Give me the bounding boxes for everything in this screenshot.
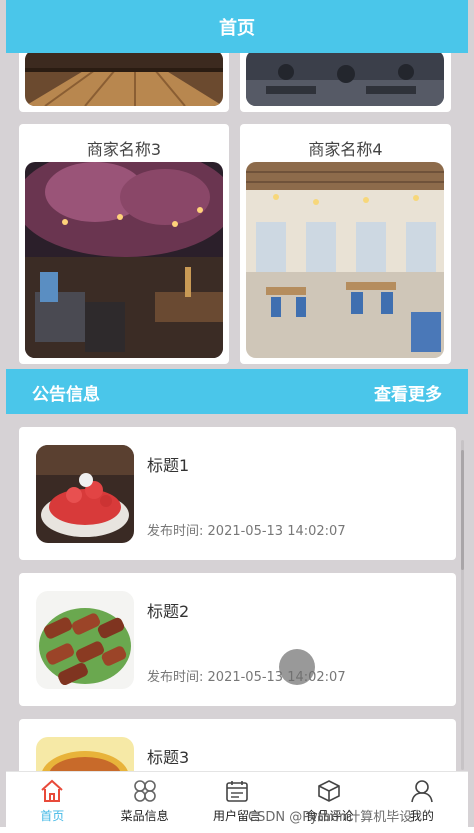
time-label: 发布时间: [147,670,204,685]
notice-time: 发布时间: 2021-05-13 14:02:07 [147,666,346,685]
merchant-card[interactable]: 商家名称3 [19,124,229,364]
view-more-link[interactable]: 查看更多 [374,380,442,405]
grid-icon [132,778,158,804]
watermark-text: CSDN @Python计算机毕设 [248,810,413,825]
merchant-name: 商家名称4 [308,140,383,159]
time-value: 2021-05-13 14:02:07 [207,524,346,539]
notice-title: 标题2 [147,602,190,621]
time-value: 2021-05-13 14:02:07 [207,670,346,685]
touch-indicator [279,649,315,685]
notice-item[interactable]: 标题2 发布时间: 2021-05-13 14:02:07 [19,573,456,706]
notice-thumbnail [36,591,134,689]
tab-home[interactable]: 首页 [6,772,98,828]
calendar-icon [224,778,250,804]
app-frame: 首页 商家名称3 商家名称4 公告信息 查看更多 标题1 发布时间: 2021-… [0,0,474,833]
notices-title: 公告信息 [32,385,100,405]
notice-thumbnail [36,445,134,543]
box-icon [316,778,342,804]
time-label: 发布时间: [147,524,204,539]
tab-label: 菜品信息 [120,809,169,823]
scrollbar-thumb[interactable] [461,450,464,570]
home-icon [39,778,65,804]
merchant-photo [246,162,444,358]
merchant-photo [246,50,444,106]
tab-dishes[interactable]: 菜品信息 [98,772,190,828]
notice-time: 发布时间: 2021-05-13 14:02:07 [147,520,346,539]
merchant-photo [25,50,223,106]
merchant-photo [25,162,223,358]
tab-label: 首页 [40,809,65,823]
notices-header: 公告信息 查看更多 [6,369,468,414]
notice-item[interactable]: 标题1 发布时间: 2021-05-13 14:02:07 [19,427,456,560]
page-header: 首页 [6,0,468,53]
bottom-edge [0,827,474,833]
page-title: 首页 [219,17,255,39]
merchant-name: 商家名称3 [86,140,162,159]
merchant-card[interactable]: 商家名称4 [240,124,451,364]
notice-title: 标题3 [147,748,190,767]
notice-title: 标题1 [147,456,190,475]
user-icon [409,778,435,804]
